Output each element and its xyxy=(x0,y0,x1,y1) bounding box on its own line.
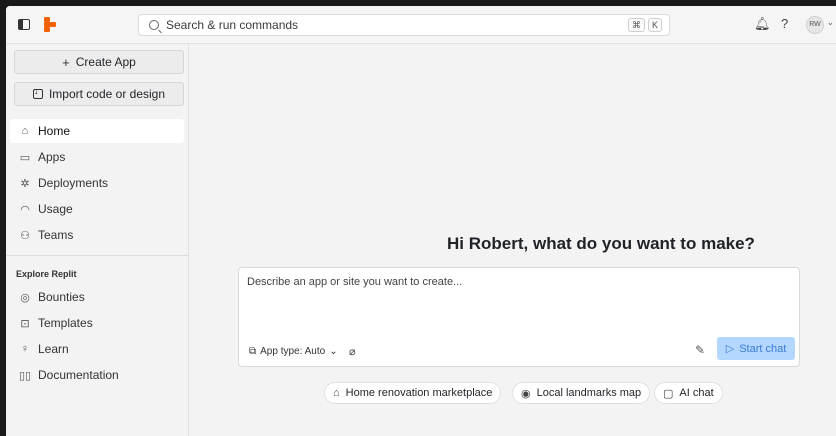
help-icon[interactable]: ? xyxy=(781,16,788,31)
suggestion-label: Local landmarks map xyxy=(536,387,642,399)
pen-icon[interactable]: ✎ xyxy=(695,343,705,357)
prompt-input[interactable] xyxy=(247,276,787,288)
target-icon: ◎ xyxy=(20,291,30,304)
suggestion-chip[interactable]: ▢ AI chat xyxy=(654,382,723,404)
sidebar-divider xyxy=(6,255,189,256)
plus-icon: + xyxy=(62,54,70,70)
home-icon: ⌂ xyxy=(333,387,340,399)
sidebar-item-label: Apps xyxy=(38,150,66,164)
sidebar-item-apps[interactable]: ▭ Apps xyxy=(10,145,184,169)
sidebar-item-label: Documentation xyxy=(38,368,119,382)
app-type-label: App type: Auto xyxy=(260,346,326,357)
sidebar-item-label: Teams xyxy=(38,228,74,242)
sidebar-item-label: Learn xyxy=(38,342,69,356)
sidebar: + Create App Import code or design ⌂ Hom… xyxy=(6,44,189,436)
import-code-button[interactable]: Import code or design xyxy=(14,82,184,106)
sidebar-item-label: Home xyxy=(38,124,71,138)
start-chat-button[interactable]: ▷ Start chat xyxy=(717,337,795,360)
chevron-down-icon[interactable]: ⌄ xyxy=(827,18,834,27)
template-icon: ⊡ xyxy=(20,317,30,330)
search-icon xyxy=(149,20,159,30)
chat-bubble-icon: ▢ xyxy=(663,387,674,400)
suggestion-chip[interactable]: ⌂ Home renovation marketplace xyxy=(324,382,502,404)
sidebar-item-templates[interactable]: ⊡ Templates xyxy=(10,311,184,335)
sidebar-item-deployments[interactable]: ✲ Deployments xyxy=(10,171,184,195)
create-app-button[interactable]: + Create App xyxy=(14,50,184,74)
search-placeholder: Search & run commands xyxy=(166,18,299,32)
prompt-composer: ⧉ App type: Auto ⌄ ⌀ ✎ ▷ Start chat xyxy=(238,267,800,367)
map-pin-icon: ◉ xyxy=(521,387,531,400)
sidebar-item-documentation[interactable]: ▯▯ Documentation xyxy=(10,363,184,387)
sidebar-item-teams[interactable]: ⚇ Teams xyxy=(10,223,184,247)
shortcut-key-k: K xyxy=(647,18,662,32)
shortcut-key-cmd: ⌘ xyxy=(628,18,645,32)
layers-icon: ⧉ xyxy=(249,346,257,357)
avatar[interactable]: RW xyxy=(806,16,824,34)
app-type-dropdown[interactable]: ⧉ App type: Auto ⌄ xyxy=(249,346,338,357)
gauge-icon: ◠ xyxy=(20,203,30,216)
create-app-label: Create App xyxy=(75,55,136,69)
bell-icon[interactable]: 🔔︎ xyxy=(754,16,771,32)
start-chat-label: Start chat xyxy=(739,342,787,355)
import-label: Import code or design xyxy=(48,87,166,101)
sidebar-item-label: Bounties xyxy=(38,290,85,304)
sidebar-item-learn[interactable]: ♀ Learn xyxy=(10,337,184,361)
book-icon: ▯▯ xyxy=(18,369,32,382)
page-title: Hi Robert, what do you want to make? xyxy=(447,234,755,253)
explore-section-title: Explore Replit xyxy=(16,269,77,279)
suggestion-label: AI chat xyxy=(679,387,714,399)
main-content: Hi Robert, what do you want to make? ⧉ A… xyxy=(190,44,836,436)
sidebar-item-label: Templates xyxy=(38,316,93,330)
sidebar-item-usage[interactable]: ◠ Usage xyxy=(10,197,184,221)
lightbulb-icon: ♀ xyxy=(20,343,30,355)
suggestion-chip[interactable]: ◉ Local landmarks map xyxy=(512,382,651,404)
paperclip-icon[interactable]: ⌀ xyxy=(349,345,356,358)
top-bar: Search & run commands ⌘ K 🔔︎ ? RW ⌄ xyxy=(6,6,836,44)
sidebar-item-bounties[interactable]: ◎ Bounties xyxy=(10,285,184,309)
deploy-icon: ✲ xyxy=(20,177,30,190)
search-bar[interactable]: Search & run commands ⌘ K xyxy=(138,14,670,36)
send-icon: ▷ xyxy=(725,343,735,355)
chevron-down-icon: ⌄ xyxy=(329,346,338,357)
sidebar-toggle-icon[interactable] xyxy=(18,19,30,30)
suggestion-label: Home renovation marketplace xyxy=(345,387,493,399)
people-icon: ⚇ xyxy=(20,229,30,242)
import-icon xyxy=(32,86,43,99)
folder-icon: ▭ xyxy=(19,151,31,164)
sidebar-item-home[interactable]: ⌂ Home xyxy=(10,119,184,143)
app-window: Search & run commands ⌘ K 🔔︎ ? RW ⌄ + Cr… xyxy=(6,6,836,436)
sidebar-item-label: Deployments xyxy=(38,176,109,190)
replit-logo[interactable] xyxy=(44,17,58,33)
sidebar-item-label: Usage xyxy=(38,202,73,216)
home-icon: ⌂ xyxy=(21,125,29,137)
